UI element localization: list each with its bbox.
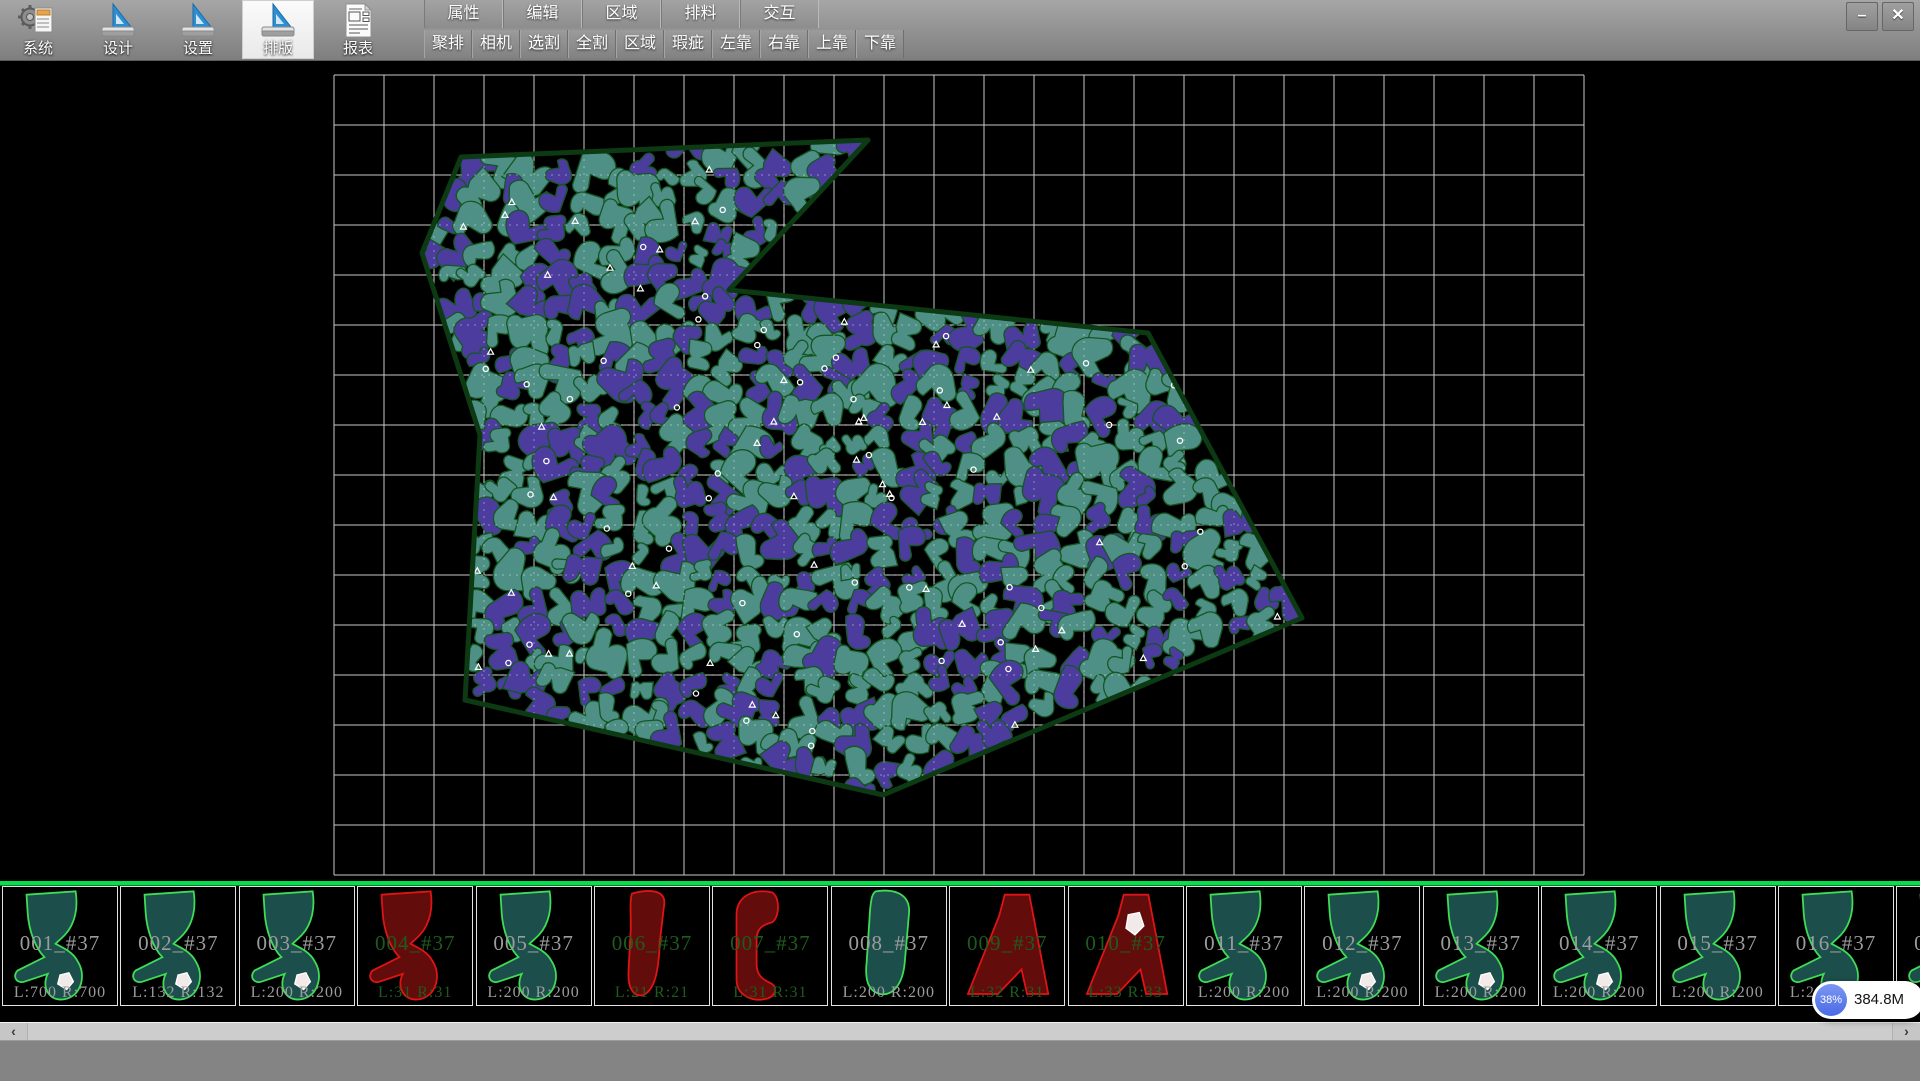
part-thumbnail[interactable]: 005_#37 L:200 R:200 <box>476 886 592 1006</box>
nesting-canvas-svg <box>0 60 1920 881</box>
part-id-label: 014_#37 <box>1542 931 1656 956</box>
progress-badge: 38% <box>1815 984 1847 1016</box>
part-thumbnail[interactable]: 012_#37 L:200 R:200 <box>1304 886 1420 1006</box>
ruler-icon <box>258 2 298 40</box>
part-count-label: L:200 R:200 <box>1305 984 1419 1002</box>
part-thumbnail[interactable]: 011_#37 L:200 R:200 <box>1186 886 1302 1006</box>
part-count-label: L:700 R:700 <box>3 984 117 1002</box>
tool-item-10[interactable]: 下靠 <box>856 30 904 58</box>
main-toolbar-buttons: 系统 设计 设置 排版 报表 <box>2 0 402 60</box>
part-count-label: L:31 R:31 <box>358 984 472 1002</box>
main-button-label: 系统 <box>23 40 53 58</box>
part-id-label: 002_#37 <box>121 931 235 956</box>
part-thumbnail[interactable]: 010_#37 L:33 R:33 <box>1068 886 1184 1006</box>
main-toolbar: 系统 设计 设置 排版 报表 属性编辑区域排料交互 聚排相机选割全割区域瑕疵左靠… <box>0 0 1920 61</box>
main-button-label: 报表 <box>343 40 373 58</box>
part-thumbnail[interactable]: 007_#37 L:31 R:31 <box>712 886 828 1006</box>
part-thumbnail[interactable]: 015_#37 L:200 R:200 <box>1660 886 1776 1006</box>
menu-rows: 属性编辑区域排料交互 聚排相机选割全割区域瑕疵左靠右靠上靠下靠 <box>424 0 904 58</box>
part-count-label: L:31 R:31 <box>713 984 827 1002</box>
part-id-label: 011_#37 <box>1187 931 1301 956</box>
part-count-label: L:200 R:200 <box>1187 984 1301 1002</box>
progress-pill: 38% 384.8M <box>1812 981 1920 1019</box>
nested-pieces <box>405 120 1310 803</box>
part-count-label: L:200 R:200 <box>832 984 946 1002</box>
main-button-5[interactable]: 报表 <box>322 0 394 59</box>
part-count-label: L:200 R:200 <box>477 984 591 1002</box>
menu-item-5[interactable]: 交互 <box>740 0 819 28</box>
part-thumbnail[interactable]: 003_#37 L:200 R:200 <box>239 886 355 1006</box>
tool-item-2[interactable]: 相机 <box>472 30 520 58</box>
menu-item-3[interactable]: 区域 <box>582 0 661 28</box>
tool-item-3[interactable]: 选割 <box>520 30 568 58</box>
report-icon <box>338 2 378 40</box>
part-count-label: L:21 R:21 <box>595 984 709 1002</box>
memory-usage-label: 384.8M <box>1854 981 1904 1019</box>
part-thumbnail[interactable]: 004_#37 L:31 R:31 <box>357 886 473 1006</box>
tool-item-4[interactable]: 全割 <box>568 30 616 58</box>
ruler-icon <box>98 2 138 40</box>
part-thumbnail[interactable]: 014_#37 L:200 R:200 <box>1541 886 1657 1006</box>
strip-divider-line <box>0 881 1920 886</box>
tool-item-5[interactable]: 区域 <box>616 30 664 58</box>
main-button-1[interactable]: 系统 <box>2 0 74 59</box>
scroll-left-arrow[interactable]: ‹ <box>0 1023 28 1040</box>
nesting-canvas[interactable] <box>0 60 1920 881</box>
part-thumbnail[interactable]: 002_#37 L:132 R:132 <box>120 886 236 1006</box>
menu-row-bottom: 聚排相机选割全割区域瑕疵左靠右靠上靠下靠 <box>424 30 904 58</box>
part-count-label: L:200 R:200 <box>240 984 354 1002</box>
main-button-4[interactable]: 排版 <box>242 0 314 59</box>
window-controls: – ✕ <box>1846 2 1914 31</box>
part-thumbnail[interactable]: 009_#37 L:32 R:31 <box>949 886 1065 1006</box>
part-id-label: 007_#37 <box>713 931 827 956</box>
ruler-icon <box>178 2 218 40</box>
part-id-label: 004_#37 <box>358 931 472 956</box>
part-id-label: 010_#37 <box>1069 931 1183 956</box>
part-id-label: 008_#37 <box>832 931 946 956</box>
tool-item-8[interactable]: 右靠 <box>760 30 808 58</box>
main-button-label: 设置 <box>183 40 213 58</box>
scroll-right-arrow[interactable]: › <box>1892 1023 1920 1040</box>
minimize-button[interactable]: – <box>1846 2 1878 31</box>
part-count-label: L:132 R:132 <box>121 984 235 1002</box>
main-button-label: 排版 <box>263 40 293 58</box>
part-id-label: 005_#37 <box>477 931 591 956</box>
part-count-label: L:200 R:200 <box>1542 984 1656 1002</box>
main-button-3[interactable]: 设置 <box>162 0 234 59</box>
status-bar <box>0 1040 1920 1081</box>
horizontal-scrollbar[interactable]: ‹ › <box>0 1022 1920 1040</box>
part-id-label: 017_#37 <box>1897 931 1920 956</box>
part-thumbnail[interactable]: 006_#37 L:21 R:21 <box>594 886 710 1006</box>
menu-item-4[interactable]: 排料 <box>661 0 740 28</box>
tool-item-6[interactable]: 瑕疵 <box>664 30 712 58</box>
part-id-label: 016_#37 <box>1779 931 1893 956</box>
part-id-label: 012_#37 <box>1305 931 1419 956</box>
part-id-label: 013_#37 <box>1424 931 1538 956</box>
part-id-label: 006_#37 <box>595 931 709 956</box>
tool-item-7[interactable]: 左靠 <box>712 30 760 58</box>
gear-doc-icon <box>18 2 58 40</box>
main-button-2[interactable]: 设计 <box>82 0 154 59</box>
main-button-label: 设计 <box>103 40 133 58</box>
part-thumbnail[interactable]: 001_#37 L:700 R:700 <box>2 886 118 1006</box>
part-thumbnail[interactable]: 013_#37 L:200 R:200 <box>1423 886 1539 1006</box>
tool-item-1[interactable]: 聚排 <box>424 30 472 58</box>
close-button[interactable]: ✕ <box>1882 2 1914 31</box>
part-id-label: 003_#37 <box>240 931 354 956</box>
parts-strip: 001_#37L:700 R:700002_#37L:132 R:132003_… <box>0 886 1920 1008</box>
part-id-label: 009_#37 <box>950 931 1064 956</box>
part-thumbnail[interactable]: 008_#37 L:200 R:200 <box>831 886 947 1006</box>
menu-item-1[interactable]: 属性 <box>424 0 503 28</box>
tool-item-9[interactable]: 上靠 <box>808 30 856 58</box>
part-count-label: L:200 R:200 <box>1661 984 1775 1002</box>
part-id-label: 001_#37 <box>3 931 117 956</box>
part-count-label: L:200 R:200 <box>1424 984 1538 1002</box>
part-id-label: 015_#37 <box>1661 931 1775 956</box>
part-count-label: L:32 R:31 <box>950 984 1064 1002</box>
part-count-label: L:33 R:33 <box>1069 984 1183 1002</box>
menu-row-top: 属性编辑区域排料交互 <box>424 0 904 28</box>
menu-item-2[interactable]: 编辑 <box>503 0 582 28</box>
